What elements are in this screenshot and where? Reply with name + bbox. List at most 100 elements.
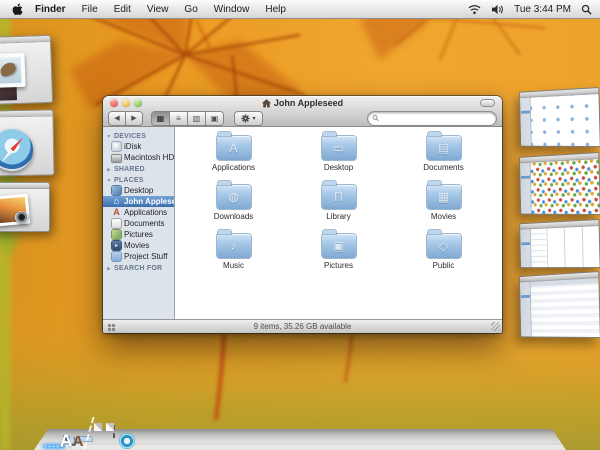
sidebar-item-desktop[interactable]: Desktop [103, 185, 174, 196]
menu-go[interactable]: Go [176, 0, 205, 19]
minimized-safari-window[interactable] [0, 109, 55, 176]
toolbar-toggle-button[interactable] [481, 100, 494, 106]
folder-icon: ◍ [217, 185, 251, 209]
icon-size-grid-icon[interactable] [108, 324, 111, 327]
folder-emblem: ♪ [217, 234, 251, 258]
search-input[interactable] [382, 113, 492, 124]
folder-emblem: Π [322, 185, 356, 209]
columns-view-thumbnail[interactable] [519, 219, 600, 268]
section-label: SEARCH FOR [114, 265, 162, 272]
menu-help[interactable]: Help [257, 0, 294, 19]
folder-icon [112, 252, 121, 261]
sidebar-item-macintosh-hd[interactable]: Macintosh HD [103, 152, 174, 163]
thumb-list [530, 278, 599, 337]
icon-view-icon: ▦ [157, 114, 165, 123]
coverflow-view-icon: ▣ [211, 114, 219, 123]
finder-window: John Appleseed ◀ ▶ ▦ ≡ ▥ ▣ ▾ [103, 96, 502, 333]
title-bar[interactable]: John Appleseed ◀ ▶ ▦ ≡ ▥ ▣ ▾ [103, 96, 502, 127]
folder-emblem: ▭ [322, 136, 356, 160]
volume-icon[interactable] [491, 4, 504, 15]
back-button[interactable]: ◀ [109, 112, 125, 125]
folder-grid: AApplications ▭ Desktop ▤Documents ◍Downl… [175, 127, 502, 319]
documents-icon [112, 219, 121, 228]
folder-label: Pictures [324, 261, 353, 270]
coverflow-view-button[interactable]: ▣ [206, 112, 223, 125]
folder-applications[interactable]: AApplications [181, 134, 286, 183]
folder-icon: Π [322, 185, 356, 209]
toolbar: ◀ ▶ ▦ ≡ ▥ ▣ ▾ [103, 109, 502, 127]
dock-item-disk-image[interactable] [110, 423, 118, 441]
mini-window-titlebar [0, 183, 49, 189]
folder-documents[interactable]: ▤Documents [391, 134, 496, 183]
sidebar-section-shared[interactable]: ▶SHARED [103, 163, 174, 174]
folder-icon: A [217, 136, 251, 160]
sidebar-section-devices[interactable]: ▼DEVICES [103, 130, 174, 141]
minimize-button[interactable] [122, 99, 130, 107]
sidebar-item-applications[interactable]: AApplications [103, 207, 174, 218]
folder-icon: ♪ [217, 234, 251, 258]
menu-edit[interactable]: Edit [106, 0, 139, 19]
menu-finder[interactable]: Finder [31, 0, 74, 19]
finder-icons-view-thumbnail[interactable] [519, 87, 600, 147]
search-icon [372, 114, 379, 122]
folder-emblem: A [217, 136, 251, 160]
folder-pictures[interactable]: ▣Pictures [286, 232, 391, 281]
spotlight-icon[interactable] [581, 4, 592, 15]
home-icon [262, 99, 271, 108]
menu-clock[interactable]: Tue 3:44 PM [514, 4, 571, 15]
forward-button[interactable]: ▶ [126, 112, 142, 125]
folder-music[interactable]: ♪Music [181, 232, 286, 281]
apple-menu[interactable] [8, 3, 31, 16]
sidebar-item-pictures[interactable]: Pictures [103, 229, 174, 240]
dock-item-trash[interactable] [122, 423, 128, 441]
menu-window[interactable]: Window [206, 0, 258, 19]
sidebar-section-search-for[interactable]: ▶SEARCH FOR [103, 262, 174, 273]
folder-desktop[interactable]: ▭ Desktop [286, 134, 391, 183]
sidebar-item-john-appleseed[interactable]: ⌂John Appleseed [103, 196, 174, 207]
sidebar-section-places[interactable]: ▼PLACES [103, 174, 174, 185]
section-label: SHARED [114, 166, 145, 173]
sidebar-item-label: John Appleseed [124, 197, 174, 206]
list-view-thumbnail[interactable] [519, 271, 600, 338]
minimized-iphoto-window[interactable] [0, 182, 50, 232]
folder-library[interactable]: Π Library [286, 183, 391, 232]
zoom-button[interactable] [134, 99, 142, 107]
list-view-icon: ≡ [176, 114, 181, 123]
sidebar-item-movies[interactable]: ▸Movies [103, 240, 174, 251]
folder-public[interactable]: ◇Public [391, 232, 496, 281]
column-view-button[interactable]: ▥ [188, 112, 205, 125]
folder-movies[interactable]: ▦Movies [391, 183, 496, 232]
dock-separator [82, 413, 94, 441]
disclosure-triangle-icon: ▶ [106, 167, 112, 173]
folder-label: Desktop [324, 163, 353, 172]
sidebar-item-idisk[interactable]: iDisk [103, 141, 174, 152]
status-text: 9 items, 35.26 GB available [254, 322, 352, 331]
folder-label: Library [326, 212, 350, 221]
dock: 17 A ♪ A [42, 390, 558, 450]
folder-emblem: ◇ [427, 234, 461, 258]
search-field[interactable] [368, 112, 496, 125]
icon-view-button[interactable]: ▦ [152, 112, 169, 125]
dock-items: 17 A ♪ A [46, 413, 128, 441]
applications-grid-thumbnail[interactable] [519, 152, 600, 215]
dock-item-zip-archive[interactable] [98, 423, 106, 441]
action-menu-button[interactable]: ▾ [235, 112, 262, 125]
sidebar-item-documents[interactable]: Documents [103, 218, 174, 229]
folder-downloads[interactable]: ◍Downloads [181, 183, 286, 232]
window-title-area: John Appleseed [163, 97, 442, 109]
sidebar-item-project-stuff[interactable]: Project Stuff [103, 251, 174, 262]
sidebar-item-label: Project Stuff [124, 252, 167, 261]
menu-view[interactable]: View [139, 0, 177, 19]
minimized-mail-window[interactable] [0, 35, 53, 105]
sidebar-item-label: Pictures [124, 230, 153, 239]
menu-file[interactable]: File [74, 0, 106, 19]
list-view-button[interactable]: ≡ [170, 112, 187, 125]
wifi-icon[interactable] [468, 4, 481, 15]
close-button[interactable] [110, 99, 118, 107]
resize-grip[interactable] [491, 322, 500, 331]
mail-stamp-icon [0, 53, 26, 88]
desktop: Finder File Edit View Go Window Help Tue… [0, 0, 600, 450]
sidebar-item-label: Movies [124, 241, 149, 250]
status-bar: 9 items, 35.26 GB available [103, 319, 502, 333]
folder-emblem: ▤ [427, 136, 461, 160]
